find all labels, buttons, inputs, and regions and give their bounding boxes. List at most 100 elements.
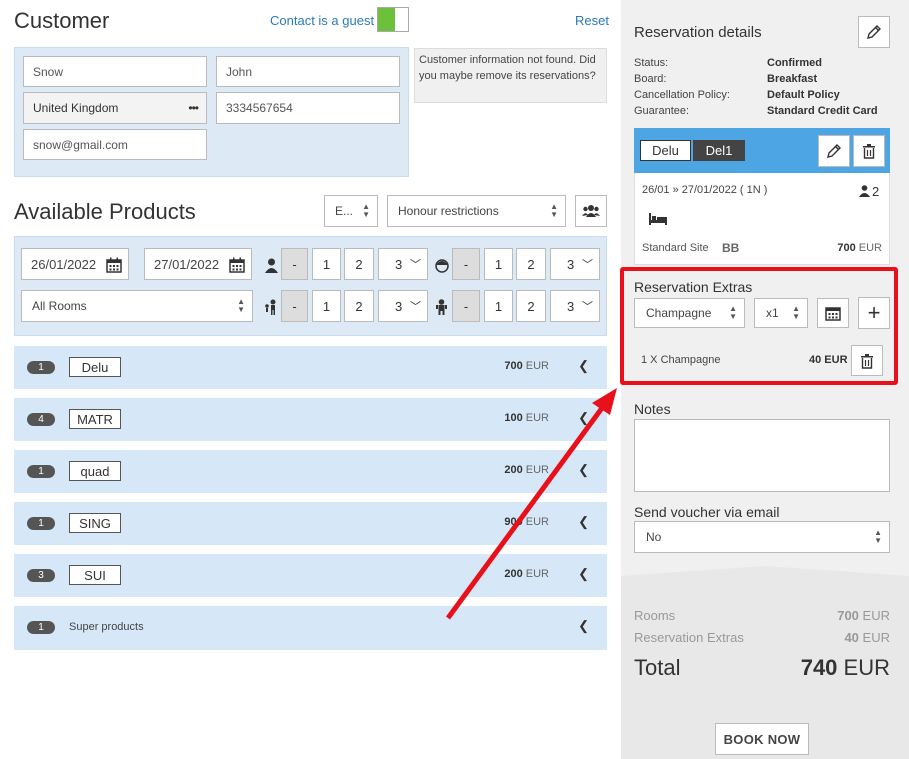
children-minus-button[interactable]: - — [452, 248, 480, 280]
chevron-left-icon[interactable]: ❮ — [578, 566, 589, 582]
product-row-super[interactable]: 1 Super products ❮ — [14, 606, 607, 650]
group-button[interactable] — [575, 195, 607, 227]
adults-3-value: 3 — [395, 256, 403, 272]
product-count-badge: 1 — [27, 465, 55, 478]
chevron-down-icon: ﹀ — [582, 301, 593, 313]
chevron-left-icon[interactable]: ❮ — [578, 410, 589, 426]
date-from-value: 26/01/2022 — [31, 256, 97, 272]
product-price: 100 EUR — [504, 412, 549, 424]
chevron-left-icon[interactable]: ❮ — [578, 462, 589, 478]
adults-minus-button[interactable]: - — [281, 248, 308, 280]
product-row-delu[interactable]: 1 Delu 700 EUR ❮ — [14, 346, 607, 389]
voucher-title: Send voucher via email — [634, 504, 780, 520]
rooms-value: All Rooms — [32, 299, 87, 313]
reservation-title: Reservation details — [634, 24, 762, 41]
room-guests: 2 — [872, 184, 880, 199]
room-tab-del1[interactable]: Del1 — [693, 140, 745, 161]
select-arrow-icon: ▲ ▼ — [237, 297, 245, 314]
chevron-down-icon: ﹀ — [410, 259, 421, 271]
product-row-sing[interactable]: 1 SING 900 EUR ❮ — [14, 502, 607, 545]
chevron-left-icon[interactable]: ❮ — [578, 358, 589, 374]
product-count-badge: 1 — [27, 517, 55, 530]
kids-2-button[interactable]: 2 — [344, 290, 374, 322]
room-dates: 26/01 » 27/01/2022 ( 1N ) — [642, 184, 768, 196]
room-price: 700 EUR — [837, 242, 882, 254]
group-icon — [582, 205, 600, 217]
customer-notice: Customer information not found. Did you … — [414, 48, 607, 103]
phone-input[interactable]: 3334567654 — [216, 92, 400, 124]
adults-3-select[interactable]: 3 ﹀ — [378, 248, 428, 280]
country-select[interactable]: United Kingdom ••• — [23, 92, 207, 124]
email-input[interactable]: snow@gmail.com — [23, 129, 207, 160]
kids-minus-button[interactable]: - — [281, 290, 308, 322]
language-select[interactable]: E... ▲ ▼ — [324, 195, 378, 227]
restrictions-select[interactable]: Honour restrictions ▲ ▼ — [387, 195, 566, 227]
notes-textarea[interactable] — [634, 419, 890, 492]
customer-title: Customer — [14, 8, 110, 33]
pencil-icon — [867, 25, 881, 39]
kids-3-select[interactable]: 3 ﹀ — [378, 290, 428, 322]
product-row-matr[interactable]: 4 MATR 100 EUR ❮ — [14, 398, 607, 441]
infants-3-select[interactable]: 3 ﹀ — [550, 290, 600, 322]
book-now-button[interactable]: BOOK NOW — [715, 723, 809, 755]
room-board-code: BB — [722, 241, 740, 255]
delete-room-button[interactable] — [853, 135, 885, 167]
board-label: Board: — [634, 73, 667, 85]
product-code: SUI — [69, 565, 121, 585]
guarantee-value: Standard Credit Card — [767, 105, 878, 117]
guest-toggle-label[interactable]: Contact is a guest — [270, 13, 374, 28]
infants-2-button[interactable]: 2 — [516, 290, 546, 322]
product-count-badge: 1 — [27, 361, 55, 374]
children-1-button[interactable]: 1 — [484, 248, 513, 280]
kids-1-button[interactable]: 1 — [312, 290, 341, 322]
children-3-value: 3 — [567, 256, 575, 272]
calendar-icon — [229, 257, 245, 273]
trash-icon — [863, 144, 875, 159]
edit-room-button[interactable] — [818, 135, 850, 167]
reset-link[interactable]: Reset — [575, 13, 609, 28]
product-code: SING — [69, 513, 121, 533]
kid-icon — [265, 299, 276, 315]
country-value: United Kingdom — [33, 101, 119, 115]
infants-1-button[interactable]: 1 — [484, 290, 513, 322]
edit-reservation-button[interactable] — [858, 16, 890, 48]
notes-title: Notes — [634, 401, 671, 417]
infants-minus-button[interactable]: - — [452, 290, 480, 322]
products-title: Available Products — [14, 199, 196, 224]
toggle-knob — [378, 8, 395, 31]
lastname-input[interactable]: Snow — [23, 56, 207, 87]
select-arrow-icon: ▲ ▼ — [874, 528, 882, 545]
voucher-select[interactable]: No ▲ ▼ — [634, 521, 890, 553]
room-tab-delu[interactable]: Delu — [640, 140, 691, 161]
voucher-value: No — [646, 530, 662, 544]
baby-icon — [436, 299, 447, 315]
date-to-input[interactable]: 27/01/2022 — [144, 248, 252, 280]
product-row-sui[interactable]: 3 SUI 200 EUR ❮ — [14, 554, 607, 597]
date-from-input[interactable]: 26/01/2022 — [21, 248, 129, 280]
room-site: Standard Site — [642, 242, 709, 254]
product-count-badge: 4 — [27, 413, 55, 426]
more-dots-icon: ••• — [188, 101, 199, 115]
firstname-input[interactable]: John — [216, 56, 400, 87]
product-code: MATR — [69, 409, 121, 429]
guarantee-label: Guarantee: — [634, 105, 690, 117]
product-row-quad[interactable]: 1 quad 200 EUR ❮ — [14, 450, 607, 493]
adults-1-button[interactable]: 1 — [312, 248, 341, 280]
guest-toggle[interactable] — [377, 7, 409, 32]
total-value: 740 EUR — [800, 655, 890, 680]
chevron-down-icon: ﹀ — [410, 301, 421, 313]
infants-3-value: 3 — [567, 298, 575, 314]
product-price: 900 EUR — [504, 516, 549, 528]
adults-2-button[interactable]: 2 — [344, 248, 374, 280]
pencil-icon — [827, 144, 841, 158]
chevron-left-icon[interactable]: ❮ — [578, 618, 589, 634]
summary-extras-price: 40 EUR — [844, 630, 890, 645]
children-3-select[interactable]: 3 ﹀ — [550, 248, 600, 280]
chevron-left-icon[interactable]: ❮ — [578, 514, 589, 530]
children-2-button[interactable]: 2 — [516, 248, 546, 280]
rooms-select[interactable]: All Rooms ▲ ▼ — [21, 290, 253, 322]
language-value: E... — [335, 204, 354, 218]
calendar-icon — [106, 257, 122, 273]
total-label: Total — [634, 655, 681, 680]
board-value: Breakfast — [767, 73, 818, 85]
